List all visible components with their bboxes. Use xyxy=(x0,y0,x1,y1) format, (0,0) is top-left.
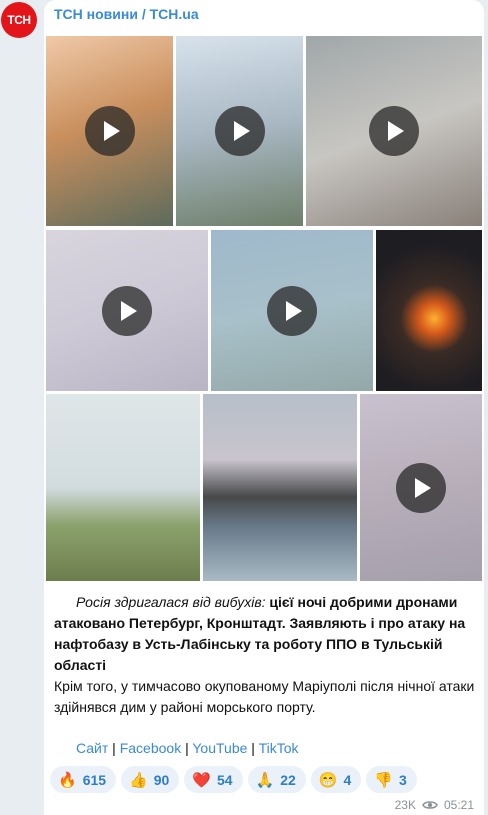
video-thumb-2[interactable] xyxy=(176,36,303,226)
message-paragraph-2: Крім того, у тимчасово окупованому Маріу… xyxy=(54,678,475,715)
photo-smoke-sea[interactable] xyxy=(203,394,357,581)
reaction-thumbs-down[interactable]: 👎 3 xyxy=(366,766,417,793)
message-meta: 23K 05:21 xyxy=(395,798,474,812)
reaction-thumbs-up[interactable]: 👍 90 xyxy=(121,766,180,793)
photo-fire-night[interactable] xyxy=(376,230,482,391)
video-thumb-3[interactable] xyxy=(306,36,482,226)
reaction-fire[interactable]: 🔥 615 xyxy=(50,766,117,793)
link-tiktok[interactable]: TikTok xyxy=(259,740,299,756)
reaction-count: 615 xyxy=(82,771,107,788)
thumbs-up-icon: 👍 xyxy=(129,771,148,789)
channel-avatar[interactable]: TCH xyxy=(1,2,37,38)
channel-title[interactable]: ТСН новини / TCH.ua xyxy=(54,6,199,22)
reaction-count: 3 xyxy=(399,771,407,788)
play-icon[interactable] xyxy=(369,106,419,156)
link-site[interactable]: Сайт xyxy=(76,740,108,756)
reaction-heart[interactable]: ❤️ 54 xyxy=(184,766,243,793)
link-separator: | xyxy=(108,740,120,756)
video-thumb-5[interactable] xyxy=(211,230,373,391)
reaction-pray[interactable]: 🙏 22 xyxy=(247,766,306,793)
video-thumb-4[interactable] xyxy=(46,230,208,391)
video-thumb-6[interactable] xyxy=(360,394,482,581)
reaction-grin[interactable]: 😁 4 xyxy=(310,766,362,793)
fire-icon: 🔥 xyxy=(58,771,77,789)
views-count: 23K xyxy=(394,798,416,812)
reaction-count: 90 xyxy=(153,771,170,788)
reaction-count: 22 xyxy=(280,771,296,788)
video-thumb-1[interactable] xyxy=(46,36,173,226)
message-paragraph-1: Росія здригалася від вибухів: цієї ночі … xyxy=(54,592,479,676)
play-icon[interactable] xyxy=(84,106,135,156)
link-youtube[interactable]: YouTube xyxy=(192,740,247,756)
play-icon[interactable] xyxy=(396,462,446,513)
pray-icon: 🙏 xyxy=(255,771,275,789)
play-icon[interactable] xyxy=(214,106,265,156)
reactions-bar: 🔥 615 👍 90 ❤️ 54 🙏 22 😁 4 👎 3 xyxy=(50,766,417,793)
play-icon[interactable] xyxy=(102,285,152,336)
photo-smoke-town[interactable] xyxy=(46,394,200,581)
links-row: Сайт | Facebook | YouTube | TikTok xyxy=(76,740,299,756)
link-facebook[interactable]: Facebook xyxy=(120,740,181,756)
grin-icon: 😁 xyxy=(318,771,338,789)
link-separator: | xyxy=(181,740,193,756)
eye-icon xyxy=(422,801,438,809)
reaction-count: 54 xyxy=(217,771,233,788)
reaction-count: 4 xyxy=(343,771,352,788)
heart-icon: ❤️ xyxy=(192,771,211,789)
message-time: 05:21 xyxy=(443,798,474,812)
link-separator: | xyxy=(247,740,259,756)
message-bubble: ТСН новини / TCH.ua Росія здригалася від… xyxy=(44,0,484,815)
message-italic: Росія здригалася від вибухів: xyxy=(76,594,266,610)
thumbs-down-icon: 👎 xyxy=(374,771,394,789)
play-icon[interactable] xyxy=(267,285,317,336)
